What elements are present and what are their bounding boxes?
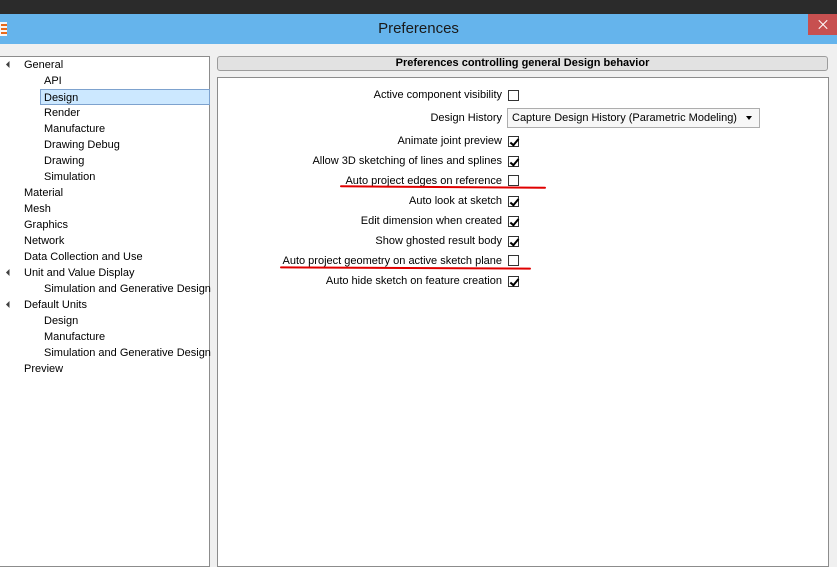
tree-item-unit-simulation-generative[interactable]: Simulation and Generative Design [44,281,211,297]
tree-item-drawing-debug[interactable]: Drawing Debug [44,137,120,153]
tree-item-unit-value-display[interactable]: Unit and Value Display [24,265,134,281]
option-label-active-component-visibility: Active component visibility [373,89,502,101]
tree-item-drawing[interactable]: Drawing [44,153,84,169]
tree-item-graphics[interactable]: Graphics [24,217,68,233]
panel-header: Preferences controlling general Design b… [217,56,828,71]
close-button[interactable] [808,14,837,35]
edit-dimension-checkbox[interactable] [508,216,519,227]
expand-arrow-icon[interactable] [5,300,14,309]
active-component-visibility-checkbox[interactable] [508,90,519,101]
option-label-show-ghosted-body: Show ghosted result body [375,235,502,247]
option-label-edit-dimension: Edit dimension when created [360,215,502,227]
tree-item-simulation[interactable]: Simulation [44,169,95,185]
tree-item-units-simulation-generative[interactable]: Simulation and Generative Design [44,345,211,361]
tree-item-default-units[interactable]: Default Units [24,297,87,313]
show-ghosted-body-checkbox[interactable] [508,236,519,247]
tree-item-general[interactable]: General [24,57,63,73]
option-label-auto-hide-sketch: Auto hide sketch on feature creation [325,275,502,287]
animate-joint-preview-checkbox[interactable] [508,136,519,147]
preferences-tree[interactable]: General API Design Render Manufacture Dr… [0,56,211,567]
chevron-down-icon [746,116,752,120]
window-title: Preferences [378,20,459,37]
tree-item-units-manufacture[interactable]: Manufacture [44,329,105,345]
tree-item-units-design[interactable]: Design [44,313,78,329]
option-label-auto-look-at-sketch: Auto look at sketch [409,195,502,207]
tree-item-api[interactable]: API [44,73,62,89]
tree-item-manufacture[interactable]: Manufacture [44,121,105,137]
top-dark-strip [0,0,837,14]
tree-item-network[interactable]: Network [24,233,64,249]
tree-item-render[interactable]: Render [44,105,80,121]
option-label-design-history: Design History [430,112,502,124]
tree-item-mesh[interactable]: Mesh [24,201,51,217]
auto-hide-sketch-checkbox[interactable] [508,276,519,287]
settings-panel [217,77,829,567]
tree-item-design[interactable]: Design [40,89,210,105]
auto-project-geometry-checkbox[interactable] [508,255,519,266]
option-label-allow-3d-sketching: Allow 3D sketching of lines and splines [312,155,502,167]
expand-arrow-icon[interactable] [5,268,14,277]
auto-project-edges-checkbox[interactable] [508,175,519,186]
tree-item-material[interactable]: Material [24,185,63,201]
design-history-select[interactable]: Capture Design History (Parametric Model… [507,108,760,128]
tree-item-preview[interactable]: Preview [24,361,63,377]
option-label-animate-joint-preview: Animate joint preview [397,135,502,147]
tree-item-data-collection[interactable]: Data Collection and Use [24,249,143,265]
auto-look-at-sketch-checkbox[interactable] [508,196,519,207]
expand-arrow-icon[interactable] [5,60,14,69]
allow-3d-sketching-checkbox[interactable] [508,156,519,167]
